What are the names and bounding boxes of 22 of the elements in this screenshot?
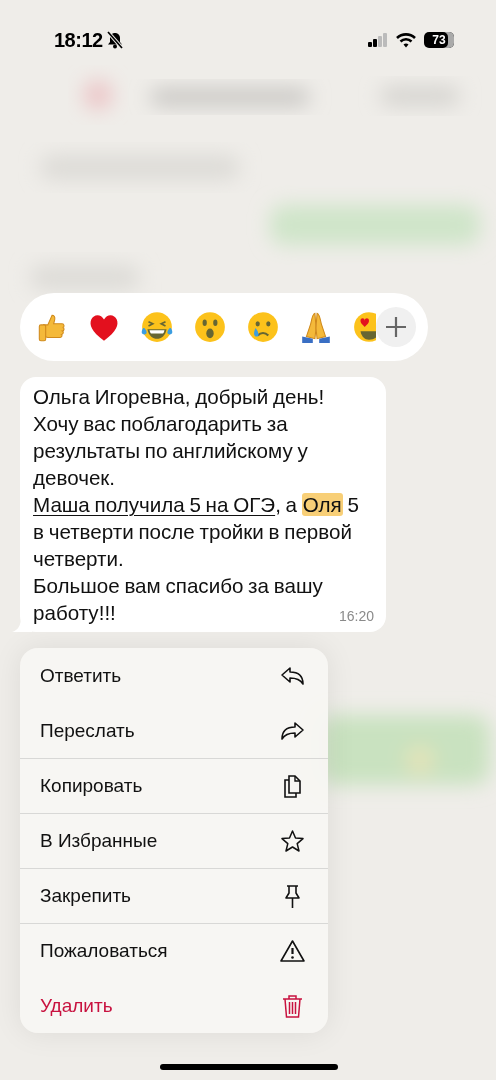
menu-item[interactable]: Переслать xyxy=(20,703,328,758)
menu-item[interactable]: Удалить xyxy=(20,978,328,1033)
message-time: 16:20 xyxy=(338,608,374,624)
warning-icon xyxy=(280,938,305,964)
menu-item[interactable]: В Избранные xyxy=(20,813,328,868)
menu-item[interactable]: Копировать xyxy=(20,758,328,813)
wifi-icon xyxy=(396,32,416,48)
star-icon xyxy=(280,828,305,854)
menu-item[interactable]: Закрепить xyxy=(20,868,328,923)
menu-item[interactable]: Ответить xyxy=(20,648,328,703)
clock-time: 18:12 xyxy=(54,28,103,52)
battery-level: 73 xyxy=(424,32,454,48)
laughing-face-icon[interactable] xyxy=(140,310,174,344)
praying-hands-icon[interactable] xyxy=(299,310,333,344)
trash-icon xyxy=(280,993,305,1019)
surprised-face-icon[interactable] xyxy=(193,310,227,344)
menu-item[interactable]: Пожаловаться xyxy=(20,923,328,978)
crying-face-icon[interactable] xyxy=(246,310,280,344)
add-reaction-button[interactable] xyxy=(376,307,416,347)
plus-icon xyxy=(385,316,407,338)
signal-icon xyxy=(368,33,388,47)
message-link[interactable]: Маша получила 5 на ОГЭ xyxy=(33,493,276,516)
